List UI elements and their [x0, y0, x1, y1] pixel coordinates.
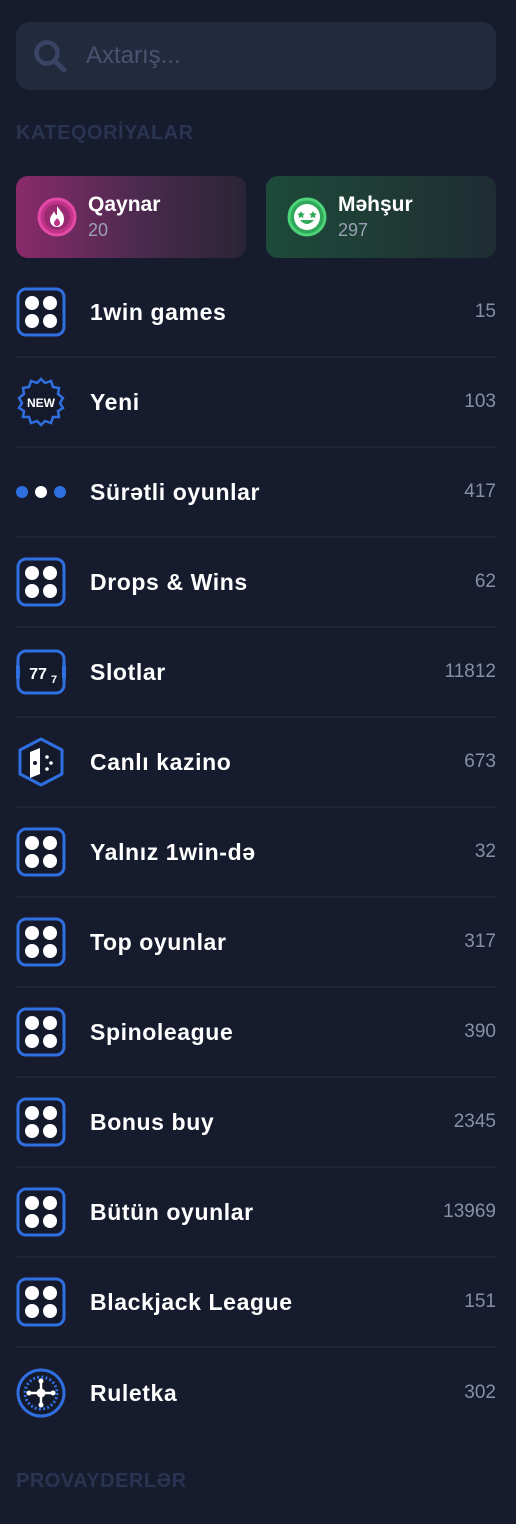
list-item-blackjack-league[interactable]: Blackjack League 151	[16, 1258, 496, 1348]
list-item-yalniz-1win-de[interactable]: Yalnız 1win-də 32	[16, 808, 496, 898]
section-title-providers: PROVAYDERLƏR	[16, 1470, 187, 1492]
list-item-label: Sürətli oyunlar	[90, 478, 261, 505]
list-item-count: 2345	[453, 1111, 496, 1132]
grid-dots-icon	[16, 1277, 66, 1327]
list-item-count: 32	[474, 841, 496, 862]
list-item-count: 13969	[443, 1201, 496, 1222]
list-item-label: Yalnız 1win-də	[90, 838, 256, 865]
fire-icon	[36, 196, 78, 238]
list-item-count: 417	[464, 481, 496, 502]
new-badge-icon: NEW	[16, 377, 66, 427]
grid-dots-icon	[16, 1097, 66, 1147]
dice-card-icon	[16, 737, 66, 787]
svg-text:77: 77	[29, 666, 47, 683]
list-item-label: Drops & Wins	[90, 568, 248, 595]
categories-panel: Axtarış... KATEQORİYALAR Qaynar 20 Məhşu…	[0, 0, 516, 1524]
card-hot-title: Qaynar	[88, 193, 161, 216]
category-list: 1win games 15 NEW Yeni 103 Sürətli oyunl…	[16, 268, 496, 1438]
search-icon	[32, 38, 68, 74]
list-item-label: Top oyunlar	[90, 928, 227, 955]
list-item-ruletka[interactable]: Ruletka 302	[16, 1348, 496, 1438]
svg-text:NEW: NEW	[27, 396, 56, 410]
search-box[interactable]: Axtarış...	[16, 22, 496, 90]
list-item-top-oyunlar[interactable]: Top oyunlar 317	[16, 898, 496, 988]
card-popular-title: Məhşur	[338, 193, 413, 216]
list-item-label: Blackjack League	[90, 1288, 293, 1315]
list-item-label: 1win games	[90, 298, 227, 325]
list-item-count: 151	[464, 1291, 496, 1312]
list-item-1win-games[interactable]: 1win games 15	[16, 268, 496, 358]
search-input[interactable]: Axtarış...	[86, 42, 181, 70]
grid-dots-icon	[16, 917, 66, 967]
list-item-slotlar[interactable]: 77 7 Slotlar 11812	[16, 628, 496, 718]
roulette-icon	[16, 1368, 66, 1418]
card-hot-count: 20	[88, 220, 109, 240]
list-item-count: 317	[464, 931, 496, 952]
three-dots-icon	[16, 467, 66, 517]
grid-dots-icon	[16, 287, 66, 337]
list-item-label: Slotlar	[90, 658, 166, 685]
featured-categories: Qaynar 20 Məhşur 297	[16, 176, 496, 258]
list-item-count: 62	[474, 571, 496, 592]
list-item-count: 103	[464, 391, 496, 412]
list-item-label: Canlı kazino	[90, 748, 232, 775]
list-item-drops-wins[interactable]: Drops & Wins 62	[16, 538, 496, 628]
list-item-count: 15	[474, 301, 496, 322]
grid-dots-icon	[16, 1187, 66, 1237]
list-item-count: 673	[464, 751, 496, 772]
card-hot[interactable]: Qaynar 20	[16, 176, 246, 258]
list-item-yeni[interactable]: NEW Yeni 103	[16, 358, 496, 448]
list-item-canli-kazino[interactable]: Canlı kazino 673	[16, 718, 496, 808]
list-item-label: Bütün oyunlar	[90, 1198, 254, 1225]
grid-dots-icon	[16, 1007, 66, 1057]
list-item-count: 11812	[444, 661, 496, 682]
list-item-label: Yeni	[90, 388, 140, 415]
list-item-count: 302	[464, 1382, 496, 1403]
card-popular-count: 297	[338, 220, 369, 240]
list-item-butun-oyunlar[interactable]: Bütün oyunlar 13969	[16, 1168, 496, 1258]
list-item-label: Spinoleague	[90, 1018, 234, 1045]
list-item-count: 390	[464, 1021, 496, 1042]
slot-777-icon: 77 7	[16, 647, 66, 697]
list-item-label: Ruletka	[90, 1379, 178, 1406]
section-title-categories: KATEQORİYALAR	[16, 122, 194, 144]
list-item-bonus-buy[interactable]: Bonus buy 2345	[16, 1078, 496, 1168]
card-popular[interactable]: Məhşur 297	[266, 176, 496, 258]
grid-dots-icon	[16, 557, 66, 607]
star-eyes-smiley-icon	[286, 196, 328, 238]
grid-dots-icon	[16, 827, 66, 877]
list-item-suretli-oyunlar[interactable]: Sürətli oyunlar 417	[16, 448, 496, 538]
list-item-label: Bonus buy	[90, 1108, 215, 1135]
list-item-spinoleague[interactable]: Spinoleague 390	[16, 988, 496, 1078]
svg-text:7: 7	[51, 674, 57, 686]
